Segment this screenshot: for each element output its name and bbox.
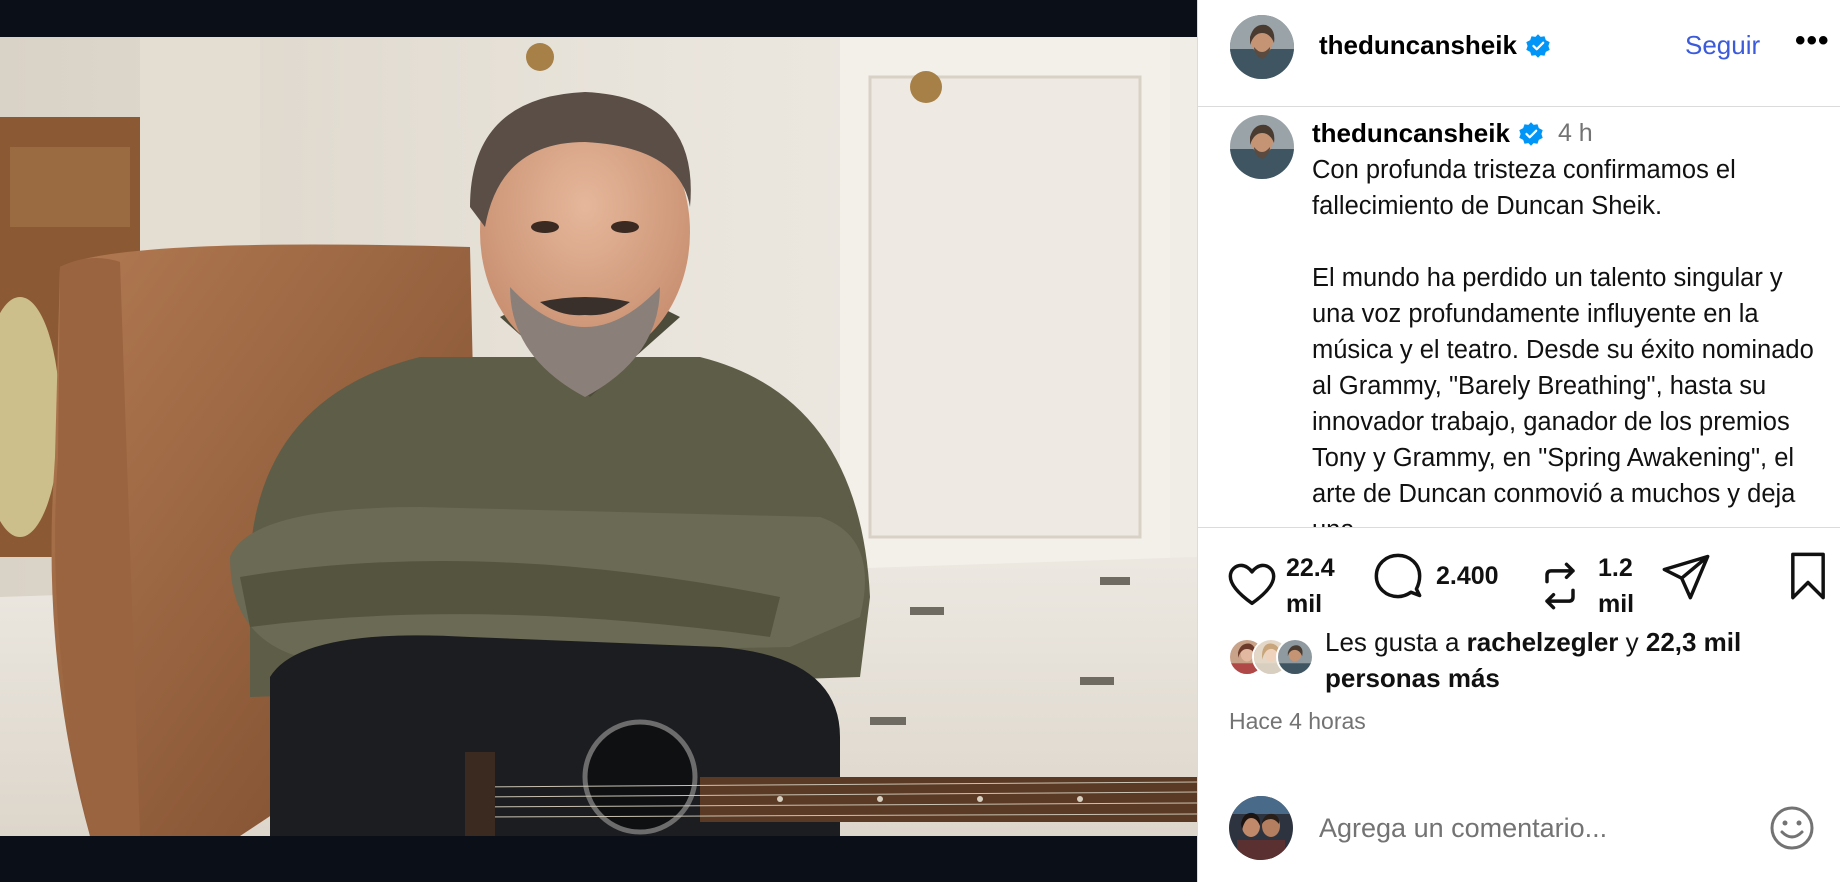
caption-avatar-image	[1230, 115, 1294, 179]
liker-avatar-image	[1278, 640, 1312, 674]
header-username[interactable]: theduncansheik	[1319, 30, 1517, 61]
instagram-post-view: theduncansheik Seguir ••• theduncansheik…	[0, 0, 1840, 882]
post-photo[interactable]	[0, 37, 1197, 836]
like-button[interactable]: 22.4 mil	[1226, 550, 1335, 622]
likes-prefix: Les gusta a	[1325, 627, 1467, 657]
post-header: theduncansheik Seguir •••	[1198, 0, 1840, 107]
save-button[interactable]	[1782, 550, 1834, 602]
author-avatar[interactable]	[1230, 15, 1294, 79]
follow-button[interactable]: Seguir	[1685, 30, 1760, 61]
bookmark-icon	[1791, 552, 1825, 600]
comment-count[interactable]: 2.400	[1436, 558, 1499, 594]
verified-badge-icon	[1519, 121, 1543, 146]
likes-text: Les gusta a rachelzegler y 22,3 mil pers…	[1325, 624, 1825, 696]
like-count[interactable]: 22.4 mil	[1286, 550, 1335, 622]
post-timestamp[interactable]: Hace 4 horas	[1229, 708, 1366, 735]
smiley-icon	[1770, 806, 1814, 850]
emoji-picker-button[interactable]	[1768, 804, 1816, 852]
action-bar: 22.4 mil 2.400 1.2 mil	[1198, 540, 1840, 620]
photo-illustration	[0, 37, 1197, 836]
verified-badge-icon	[1526, 33, 1550, 58]
current-user-avatar-image	[1229, 796, 1293, 860]
heart-icon	[1228, 563, 1276, 606]
repost-button[interactable]: 1.2 mil	[1534, 550, 1634, 622]
caption-text: Con profunda tristeza confirmamos el fal…	[1312, 156, 1814, 527]
comment-button[interactable]: 2.400	[1372, 550, 1499, 602]
post-media-panel	[0, 0, 1197, 882]
caption-time-ago[interactable]: 4 h	[1558, 119, 1593, 148]
author-avatar-image	[1230, 15, 1294, 79]
likes-summary: Les gusta a rachelzegler y 22,3 mil pers…	[1198, 620, 1840, 700]
comment-icon	[1374, 553, 1422, 599]
header-username-row: theduncansheik	[1319, 30, 1551, 61]
liker-avatars	[1228, 638, 1320, 678]
comment-bar	[1198, 776, 1840, 882]
repost-icon	[1545, 562, 1575, 610]
share-button[interactable]	[1660, 550, 1712, 602]
current-user-avatar[interactable]	[1229, 796, 1293, 860]
share-icon	[1662, 554, 1710, 600]
caption-author-avatar[interactable]	[1230, 115, 1294, 179]
more-options-button[interactable]: •••	[1795, 24, 1830, 58]
caption-scroll-area[interactable]: theduncansheik 4 h Con profunda tristeza…	[1198, 108, 1840, 528]
liker-username[interactable]: rachelzegler	[1467, 627, 1619, 657]
liker-avatar[interactable]	[1276, 638, 1314, 676]
likes-middle: y	[1618, 627, 1646, 657]
repost-count[interactable]: 1.2 mil	[1598, 550, 1634, 622]
caption-username[interactable]: theduncansheik	[1312, 118, 1510, 149]
post-side-panel: theduncansheik Seguir ••• theduncansheik…	[1197, 0, 1840, 882]
caption-username-row: theduncansheik 4 h	[1312, 118, 1593, 149]
comment-input[interactable]	[1319, 808, 1739, 848]
